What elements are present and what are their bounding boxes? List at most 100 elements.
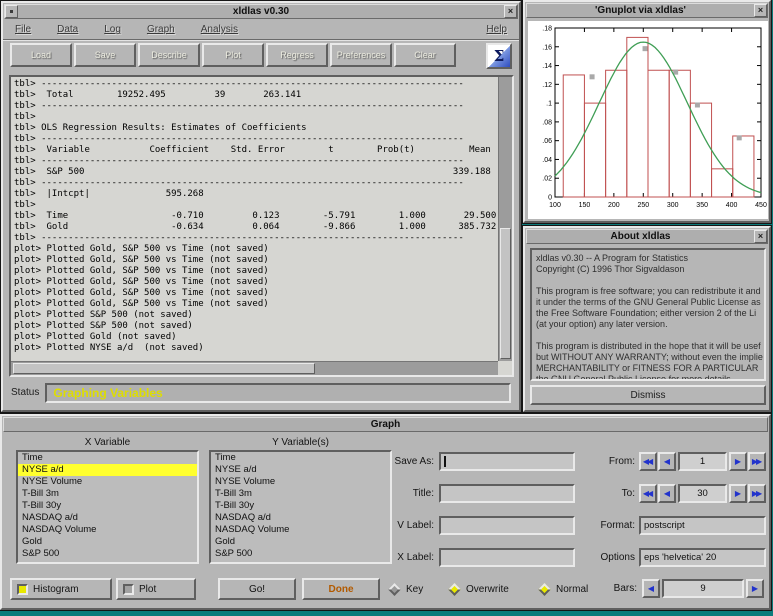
vertical-scrollbar-thumb[interactable]: [500, 228, 511, 359]
svg-text:300: 300: [667, 202, 679, 209]
status-bar: Status Graphing Variables: [11, 382, 511, 403]
to-last-button[interactable]: ▶▶: [748, 484, 766, 503]
plot-button[interactable]: Plot: [202, 43, 264, 67]
menu-help[interactable]: Help: [486, 24, 507, 35]
go-button[interactable]: Go!: [218, 578, 296, 600]
menu-graph[interactable]: Graph: [147, 24, 175, 35]
preferences-button[interactable]: Preferences: [330, 43, 392, 67]
svg-text:250: 250: [637, 202, 649, 209]
regress-button[interactable]: Regress: [266, 43, 328, 67]
main-window-titlebar: xldlas v0.30 ×: [4, 4, 518, 19]
from-value[interactable]: 1: [678, 452, 727, 471]
menubar: File Data Log Graph Analysis Help: [3, 20, 519, 40]
checkbox-icon: [123, 584, 134, 595]
to-prev-button[interactable]: ◀: [658, 484, 676, 503]
overwrite-toggle[interactable]: Overwrite: [450, 578, 509, 600]
svg-text:350: 350: [696, 202, 708, 209]
graph-window-title: Graph: [4, 419, 767, 431]
histogram-toggle-label: Histogram: [33, 584, 79, 595]
bars-increment-button[interactable]: ▶: [746, 579, 764, 598]
svg-text:.1: .1: [546, 101, 552, 108]
about-titlebar: About xldlas ×: [526, 229, 768, 244]
svg-text:.12: .12: [542, 82, 552, 89]
menu-data[interactable]: Data: [57, 24, 78, 35]
x-variable-list[interactable]: TimeNYSE a/dNYSE VolumeT-Bill 3mT-Bill 3…: [16, 450, 199, 564]
from-first-button[interactable]: ◀◀: [639, 452, 657, 471]
close-icon[interactable]: ×: [504, 5, 517, 18]
list-item[interactable]: T-Bill 3m: [18, 488, 197, 500]
clear-button[interactable]: Clear: [394, 43, 456, 67]
to-first-button[interactable]: ◀◀: [639, 484, 657, 503]
describe-button[interactable]: Describe: [138, 43, 200, 67]
options-input[interactable]: eps 'helvetica' 20: [639, 548, 766, 567]
svg-text:.04: .04: [542, 157, 552, 164]
svg-text:450: 450: [755, 202, 767, 209]
key-toggle[interactable]: Key: [390, 578, 423, 600]
list-item[interactable]: NYSE Volume: [18, 476, 197, 488]
bars-decrement-button[interactable]: ◀: [642, 579, 660, 598]
plot-toggle-label: Plot: [139, 584, 156, 595]
menu-log[interactable]: Log: [104, 24, 121, 35]
from-next-button[interactable]: ▶: [729, 452, 747, 471]
svg-text:200: 200: [608, 202, 620, 209]
close-icon[interactable]: ×: [754, 4, 767, 17]
list-item[interactable]: NYSE a/d: [18, 464, 197, 476]
svg-text:.16: .16: [542, 44, 552, 51]
load-button[interactable]: Load: [10, 43, 72, 67]
diamond-icon: [448, 583, 461, 596]
plot-area: 0.02.04.06.08.1.12.14.16.181001502002503…: [528, 21, 768, 219]
about-text-area: xldlas v0.30 -- A Program for Statistics…: [530, 248, 766, 381]
save-button[interactable]: Save: [74, 43, 136, 67]
status-value: Graphing Variables: [53, 386, 162, 400]
menu-analysis[interactable]: Analysis: [201, 24, 238, 35]
list-item[interactable]: NASDAQ Volume: [18, 524, 197, 536]
normal-toggle[interactable]: Normal: [540, 578, 588, 600]
vertical-scrollbar[interactable]: [498, 77, 512, 361]
gnuplot-window-title: 'Gnuplot via xldlas': [527, 5, 754, 17]
svg-text:0: 0: [548, 195, 552, 202]
v-label-input[interactable]: [439, 516, 575, 535]
log-area[interactable]: tbl> -----------------------------------…: [9, 75, 514, 377]
window-menu-icon: [10, 10, 13, 13]
close-icon[interactable]: ×: [754, 230, 767, 243]
plot-toggle[interactable]: Plot: [116, 578, 196, 600]
graph-window: Graph X Variable Y Variable(s) TimeNYSE …: [0, 414, 771, 610]
dismiss-button[interactable]: Dismiss: [530, 385, 766, 405]
from-prev-button[interactable]: ◀: [658, 452, 676, 471]
list-item[interactable]: S&P 500: [18, 548, 197, 560]
x-label-input[interactable]: [439, 548, 575, 567]
list-item[interactable]: T-Bill 30y: [18, 500, 197, 512]
y-variable-label: Y Variable(s): [209, 437, 392, 448]
save-as-input[interactable]: [439, 452, 575, 471]
list-item[interactable]: Time: [18, 452, 197, 464]
from-last-button[interactable]: ▶▶: [748, 452, 766, 471]
svg-text:.14: .14: [542, 63, 552, 70]
sigma-icon[interactable]: Σ: [486, 43, 512, 69]
horizontal-scrollbar[interactable]: [11, 361, 498, 375]
main-window-title: xldlas v0.30: [18, 6, 504, 18]
status-field: Graphing Variables: [45, 383, 511, 403]
histogram-toggle[interactable]: Histogram: [10, 578, 112, 600]
done-button[interactable]: Done: [302, 578, 380, 600]
title-input[interactable]: [439, 484, 575, 503]
about-text: xldlas v0.30 -- A Program for Statistics…: [532, 250, 764, 381]
list-item[interactable]: NASDAQ a/d: [18, 512, 197, 524]
normal-toggle-label: Normal: [556, 584, 588, 595]
svg-text:.18: .18: [542, 26, 552, 33]
list-item[interactable]: Gold: [211, 536, 390, 548]
svg-text:.08: .08: [542, 119, 552, 126]
horizontal-scrollbar-thumb[interactable]: [13, 363, 315, 374]
from-label: From:: [578, 452, 635, 471]
diamond-icon: [388, 583, 401, 596]
about-window-title: About xldlas: [527, 231, 754, 243]
svg-text:.06: .06: [542, 138, 552, 145]
list-item[interactable]: Gold: [18, 536, 197, 548]
menu-file[interactable]: File: [15, 24, 31, 35]
format-input[interactable]: postscript: [639, 516, 766, 535]
diamond-icon: [538, 583, 551, 596]
x-variable-label: X Variable: [16, 437, 199, 448]
window-menu-button[interactable]: [5, 5, 18, 18]
to-next-button[interactable]: ▶: [729, 484, 747, 503]
to-value[interactable]: 30: [678, 484, 727, 503]
bars-value[interactable]: 9: [662, 579, 744, 598]
